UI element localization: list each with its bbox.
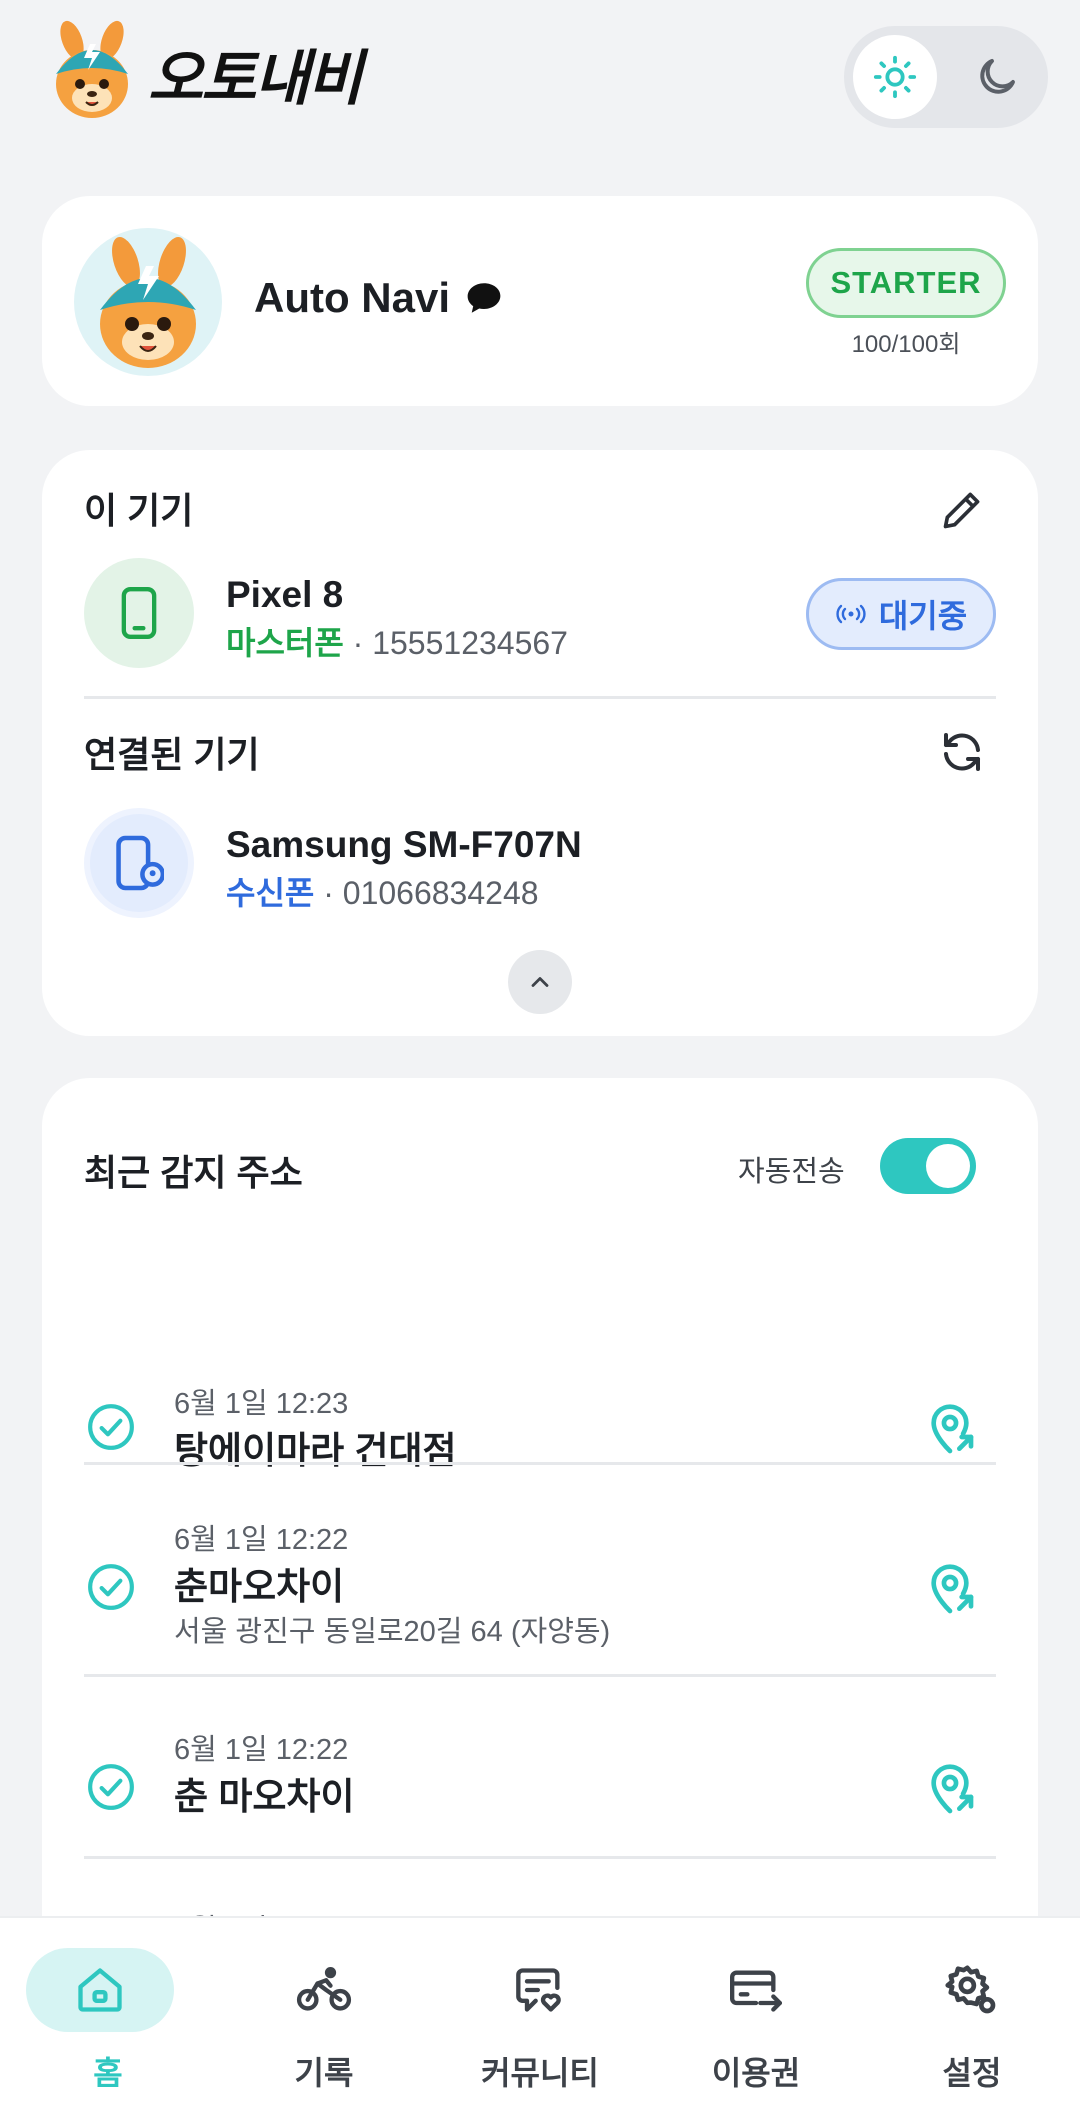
refresh-icon (944, 733, 980, 771)
nav-records-label: 기록 (294, 2055, 354, 2091)
meta-separator: · (314, 875, 343, 911)
profile-name: Auto Navi (254, 274, 504, 322)
nav-community-icon-wrap (484, 1948, 596, 2032)
phone-icon-circle (84, 558, 194, 668)
nav-records[interactable]: 기록 (216, 1918, 432, 2104)
divider (84, 1856, 996, 1859)
nav-settings-label: 설정 (942, 2055, 1002, 2091)
nav-home[interactable]: 홈 (0, 1918, 216, 2104)
meta-separator: · (343, 625, 373, 661)
list-item[interactable]: 6월 1일 12:22 춘 마오차이 (42, 1678, 1038, 1856)
entry-time: 6월 1일 12:23 (174, 1388, 349, 1420)
home-icon (78, 1968, 122, 2012)
profile-name-text: Auto Navi (254, 274, 451, 321)
location-send-icon[interactable] (922, 1762, 978, 1818)
dark-mode-button[interactable] (955, 35, 1039, 119)
entry-name: 춘마오차이 (174, 1566, 345, 1607)
nav-community-label: 커뮤니티 (481, 2055, 599, 2091)
light-mode-button[interactable] (853, 35, 937, 119)
device-card: 이 기기 Pixel 8 마스터폰 · 15551234567 대기중 연결된 … (42, 450, 1038, 1036)
theme-toggle[interactable] (844, 26, 1048, 128)
toggle-knob (926, 1144, 970, 1188)
mascot-logo (46, 18, 138, 122)
profile-card: Auto Navi STARTER 100/100회 (42, 196, 1038, 406)
location-send-icon[interactable] (922, 1562, 978, 1618)
this-device-name: Pixel 8 (226, 574, 344, 615)
chevron-up-icon (531, 977, 549, 987)
sun-icon (873, 55, 917, 99)
phone-location-icon (116, 835, 164, 891)
community-icon (516, 1968, 561, 2012)
entry-time: 6월 1일 12:22 (174, 1524, 349, 1556)
settings-icon (945, 1965, 996, 2014)
connected-devices-title: 연결된 기기 (84, 734, 260, 775)
nav-community[interactable]: 커뮤니티 (432, 1918, 648, 2104)
moon-icon (980, 59, 1015, 94)
connected-device-number: 01066834248 (342, 875, 539, 911)
check-circle-icon (88, 1764, 134, 1810)
collapse-button[interactable] (508, 950, 572, 1014)
app-title: 오토내비 (148, 45, 363, 112)
nav-pass-icon-wrap (700, 1948, 812, 2032)
pass-icon (730, 1970, 782, 2012)
recent-title: 최근 감지 주소 (84, 1152, 303, 1193)
refresh-button[interactable] (932, 722, 992, 782)
broadcast-icon (836, 604, 866, 624)
chat-bubble-icon[interactable] (464, 280, 504, 316)
nav-settings[interactable]: 설정 (864, 1918, 1080, 2104)
nav-settings-icon-wrap (916, 1948, 1028, 2032)
entry-name: 춘 마오차이 (174, 1776, 355, 1817)
entry-time: 6월 1일 12:22 (174, 1734, 349, 1766)
connected-device-meta: 수신폰 · 01066834248 (226, 868, 539, 914)
divider (84, 1462, 996, 1465)
check-circle-icon (88, 1404, 134, 1450)
this-device-number: 15551234567 (372, 625, 568, 661)
plan-badge[interactable]: STARTER (806, 248, 1006, 318)
receiver-phone-icon-circle (84, 808, 194, 918)
plan-usage: 100/100회 (851, 331, 961, 358)
connected-device-role: 수신폰 (226, 875, 315, 911)
app-header: 오토내비 (0, 0, 1080, 170)
list-item[interactable]: 6월 1일 12:23 탕에이마라 건대점 (42, 1314, 1038, 1474)
auto-send-toggle[interactable] (880, 1138, 976, 1194)
check-circle-icon (88, 1564, 134, 1610)
this-device-role: 마스터폰 (226, 625, 344, 661)
edit-device-button[interactable] (932, 480, 992, 540)
standby-status-button[interactable]: 대기중 (806, 578, 996, 650)
entry-address: 서울 광진구 동일로20길 64 (자양동) (174, 1616, 611, 1648)
standby-label: 대기중 (878, 598, 968, 634)
auto-send-label: 자동전송 (738, 1156, 845, 1188)
nav-pass-label: 이용권 (711, 2055, 801, 2091)
bike-icon (296, 1967, 352, 2011)
this-device-title: 이 기기 (84, 490, 194, 531)
nav-records-icon-wrap (268, 1948, 380, 2032)
divider (84, 1674, 996, 1677)
list-item[interactable]: 6월 1일 12:22 춘마오차이 서울 광진구 동일로20길 64 (자양동) (42, 1466, 1038, 1676)
bottom-navigation: 홈 기록 커뮤니티 이용권 설정 (0, 1916, 1080, 2104)
avatar[interactable] (74, 228, 222, 376)
divider (84, 696, 996, 699)
phone-icon (121, 587, 157, 639)
pencil-icon (943, 492, 980, 529)
connected-device-name: Samsung SM-F707N (226, 824, 582, 865)
nav-home-icon-wrap (26, 1948, 174, 2032)
nav-pass[interactable]: 이용권 (648, 1918, 864, 2104)
location-send-icon[interactable] (922, 1402, 978, 1458)
nav-home-label: 홈 (93, 2055, 123, 2091)
this-device-meta: 마스터폰 · 15551234567 (226, 618, 568, 664)
